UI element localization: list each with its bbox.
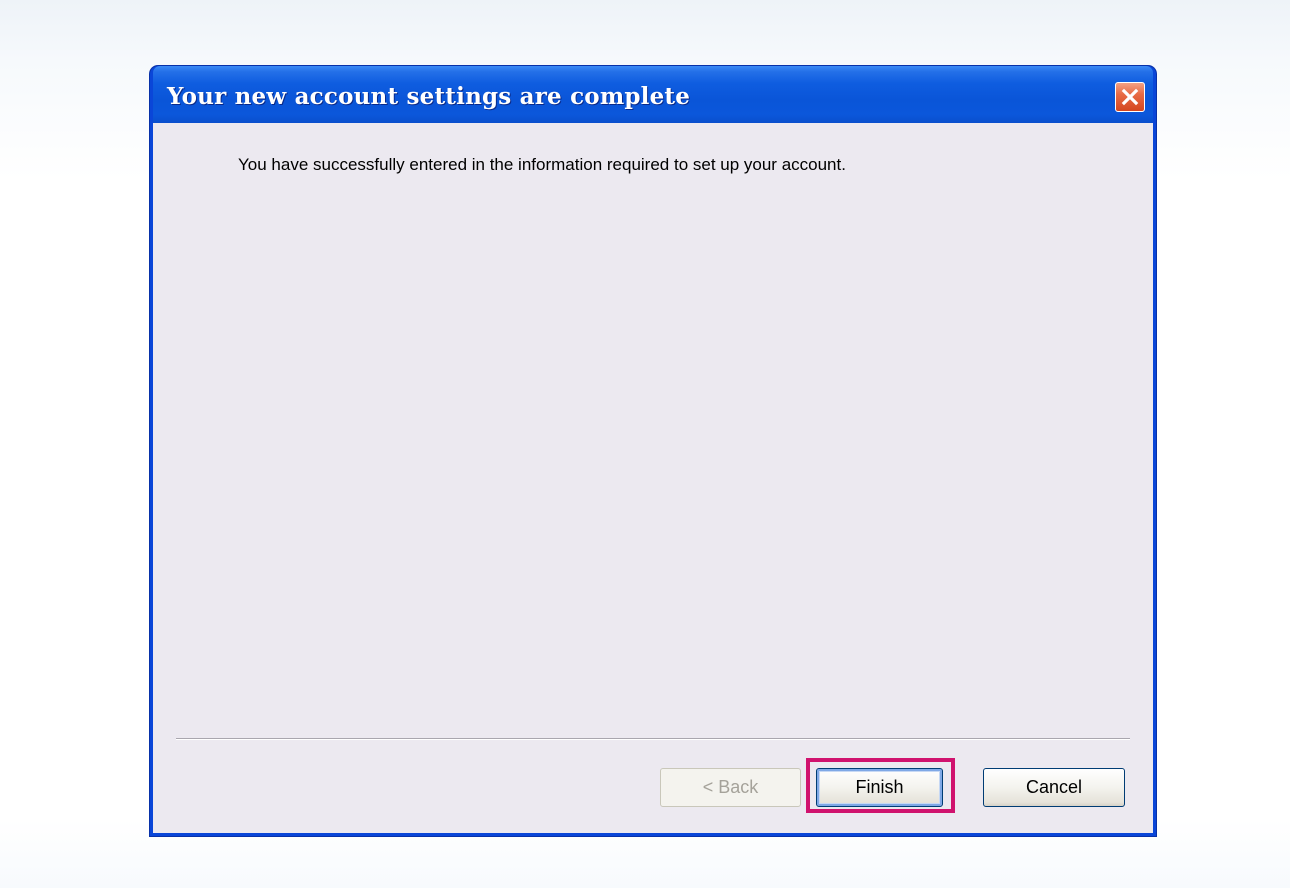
account-setup-dialog: Your new account settings are complete Y… <box>150 66 1156 836</box>
finish-button[interactable]: Finish <box>816 768 943 807</box>
success-message: You have successfully entered in the inf… <box>238 155 846 174</box>
close-icon <box>1121 88 1139 106</box>
dialog-body: You have successfully entered in the inf… <box>153 123 1153 833</box>
button-separator <box>176 738 1130 740</box>
dialog-titlebar[interactable]: Your new account settings are complete <box>153 66 1153 123</box>
cancel-button[interactable]: Cancel <box>983 768 1125 807</box>
back-button[interactable]: < Back <box>660 768 801 807</box>
close-button[interactable] <box>1115 82 1145 112</box>
dialog-title: Your new account settings are complete <box>167 83 691 110</box>
